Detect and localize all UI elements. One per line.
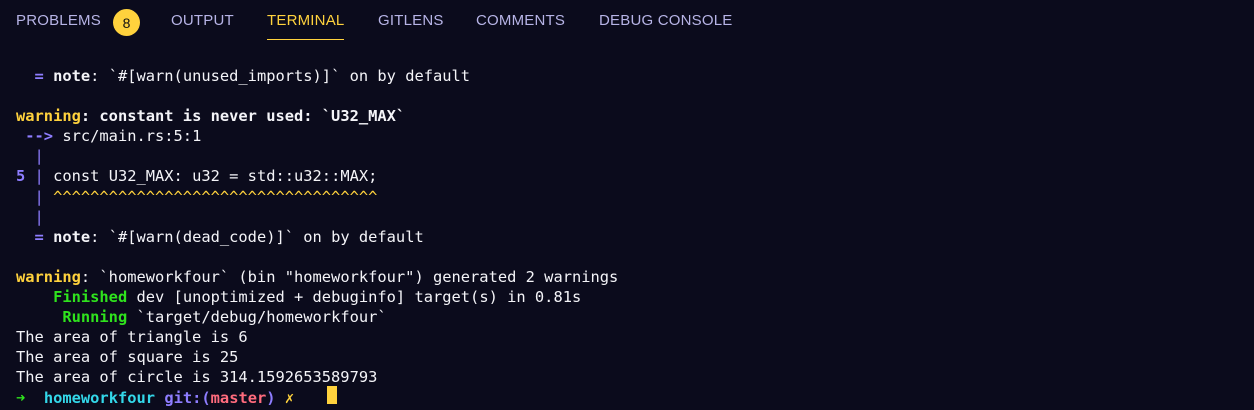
dirty-mark-icon: ✗ xyxy=(284,388,295,407)
prompt-git-close: ) xyxy=(266,388,276,407)
code-snippet: const U32_MAX: u32 = std::u32::MAX; xyxy=(53,167,378,186)
tab-terminal[interactable]: TERMINAL xyxy=(267,12,345,40)
caret-gutter: | xyxy=(16,187,44,206)
note-label: note xyxy=(53,67,91,85)
prompt-directory: homeworkfour xyxy=(43,388,156,407)
tab-output[interactable]: OUTPUT xyxy=(171,12,234,40)
tab-gitlens[interactable]: GITLENS xyxy=(378,12,444,40)
code-gutter-separator: | xyxy=(25,167,54,186)
panel-tab-bar: PROBLEMS 8 OUTPUT TERMINAL GITLENS COMME… xyxy=(0,0,1254,44)
program-output-line: The area of circle is 314.1592653589793 xyxy=(16,368,378,387)
prompt-arrow-icon: ➜ xyxy=(16,388,26,407)
terminal-cursor[interactable] xyxy=(327,386,337,404)
warning-label: warning xyxy=(16,267,81,286)
prompt-git-open: git:( xyxy=(164,388,211,407)
terminal-line-gutter: | xyxy=(16,147,44,166)
source-location: src/main.rs:5:1 xyxy=(62,127,202,146)
terminal-line-running: Running `target/debug/homeworkfour` xyxy=(16,307,1246,327)
terminal-line-location: --> src/main.rs:5:1 xyxy=(16,126,1246,146)
location-arrow: --> xyxy=(16,127,63,146)
tab-problems[interactable]: PROBLEMS xyxy=(16,12,101,40)
note-prefix: = xyxy=(16,227,54,246)
terminal-line-note-dead-code: = note: `#[warn(dead_code)]` on by defau… xyxy=(16,227,1246,247)
prompt-branch: master xyxy=(210,388,267,407)
caret-underline: ^^^^^^^^^^^^^^^^^^^^^^^^^^^^^^^^^^^ xyxy=(43,187,378,206)
terminal-line-note-unused-imports: = note: `#[warn(unused_imports)]` on by … xyxy=(16,66,1246,86)
terminal-line-code: 5 | const U32_MAX: u32 = std::u32::MAX; xyxy=(16,166,1246,186)
warning-text: : constant is never used: `U32_MAX` xyxy=(80,107,406,126)
tab-problems-label: PROBLEMS xyxy=(16,12,101,29)
finished-label: Finished xyxy=(53,288,128,307)
running-text: `target/debug/homeworkfour` xyxy=(127,308,387,327)
terminal-line-warning-constant: warning: constant is never used: `U32_MA… xyxy=(16,106,1246,126)
code-line-number: 5 xyxy=(16,167,26,186)
note-label: note xyxy=(53,227,91,246)
note-text: : `#[warn(dead_code)]` on by default xyxy=(90,227,424,246)
note-prefix: = xyxy=(16,67,54,85)
terminal-line-gutter: | xyxy=(16,207,44,226)
finished-text: dev [unoptimized + debuginfo] target(s) … xyxy=(127,288,582,307)
terminal-line-carets: | ^^^^^^^^^^^^^^^^^^^^^^^^^^^^^^^^^^^ xyxy=(16,187,1246,207)
terminal-output[interactable]: = note: `#[warn(unused_imports)]` on by … xyxy=(16,66,1246,410)
program-output-line: The area of square is 25 xyxy=(16,348,239,367)
terminal-line-finished: Finished dev [unoptimized + debuginfo] t… xyxy=(16,287,1246,307)
problems-count-badge: 8 xyxy=(113,9,140,36)
program-output-line: The area of triangle is 6 xyxy=(16,328,248,347)
warning-text: : `homeworkfour` (bin "homeworkfour") ge… xyxy=(80,267,619,286)
tab-debug-console[interactable]: DEBUG CONSOLE xyxy=(599,12,732,40)
note-text: : `#[warn(unused_imports)]` on by defaul… xyxy=(90,67,471,85)
tab-comments[interactable]: COMMENTS xyxy=(476,12,565,40)
shell-prompt: ➜ homeworkfour git:(master) ✗ xyxy=(16,388,1246,408)
terminal-line-warning-summary: warning: `homeworkfour` (bin "homeworkfo… xyxy=(16,267,1246,287)
running-label: Running xyxy=(62,308,128,327)
warning-label: warning xyxy=(16,107,81,126)
